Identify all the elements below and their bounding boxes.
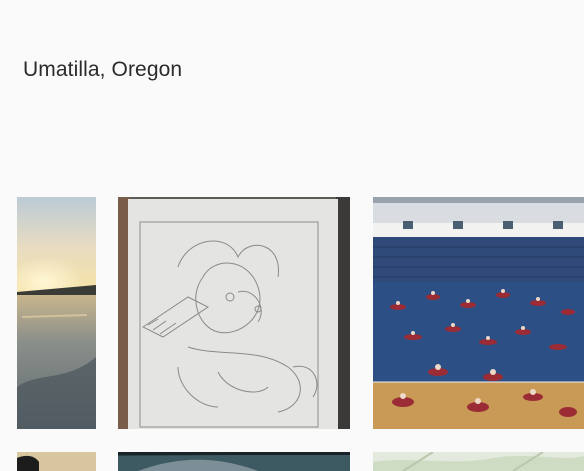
photo-thumbnail-sunset[interactable] <box>17 197 96 429</box>
partial-photo-dark <box>17 452 96 471</box>
partial-photo-map <box>373 452 584 471</box>
partial-photo-car <box>118 452 350 471</box>
photo-thumbnail-gym[interactable] <box>373 197 584 429</box>
photo-thumbnail-sketch[interactable] <box>118 197 350 429</box>
photo-grid <box>0 0 584 471</box>
sunset-lake-image <box>17 197 96 429</box>
photo-thumbnail-partial-3[interactable] <box>373 452 584 471</box>
photo-thumbnail-partial-1[interactable] <box>17 452 96 471</box>
gym-cheer-practice-image <box>373 197 584 429</box>
photo-thumbnail-partial-2[interactable] <box>118 452 350 471</box>
pencil-sketch-image <box>118 197 350 429</box>
